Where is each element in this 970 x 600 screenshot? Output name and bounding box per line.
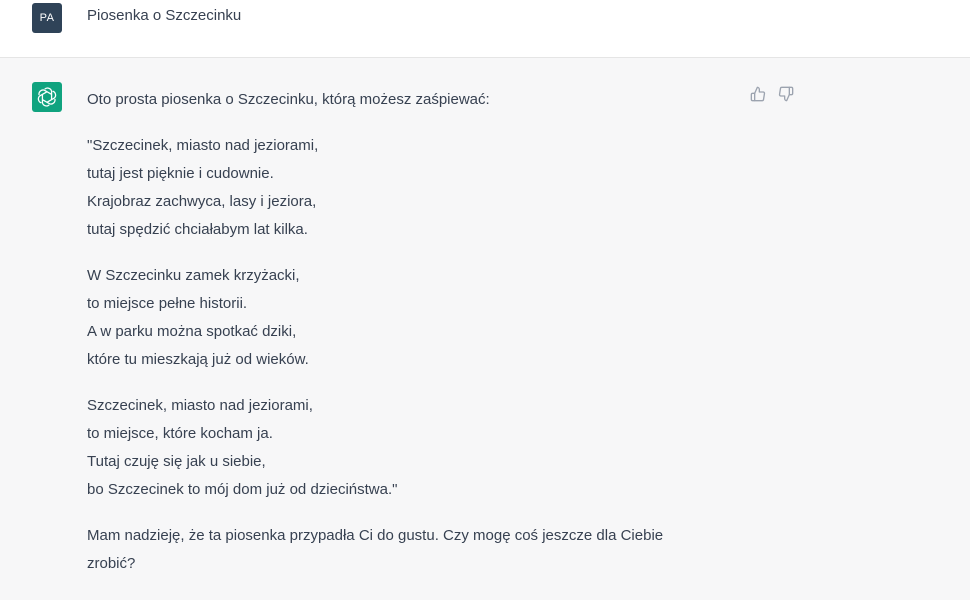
song-line: "Szczecinek, miasto nad jeziorami, xyxy=(87,137,319,154)
song-stanza-2: W Szczecinku zamek krzyżacki, to miejsce… xyxy=(87,262,707,374)
song-line: bo Szczecinek to mój dom już od dziecińs… xyxy=(87,481,398,498)
song-line: Szczecinek, miasto nad jeziorami, xyxy=(87,397,313,414)
song-line: W Szczecinku zamek krzyżacki, xyxy=(87,267,300,284)
thumbs-down-button[interactable] xyxy=(778,86,794,102)
song-line: Tutaj czuję się jak u siebie, xyxy=(87,453,266,470)
user-message-row: PA Piosenka o Szczecinku xyxy=(0,0,970,58)
song-line: które tu mieszkają już od wieków. xyxy=(87,351,309,368)
song-line: to miejsce pełne historii. xyxy=(87,295,248,312)
user-message-text: Piosenka o Szczecinku xyxy=(87,7,242,24)
song-stanza-1: "Szczecinek, miasto nad jeziorami, tutaj… xyxy=(87,132,707,244)
song-line: Krajobraz zachwyca, lasy i jeziora, xyxy=(87,193,317,210)
thumbs-up-button[interactable] xyxy=(750,86,766,102)
feedback-buttons xyxy=(750,86,794,102)
assistant-avatar xyxy=(32,82,62,112)
openai-logo-icon xyxy=(37,87,57,107)
song-line: A w parku można spotkać dziki, xyxy=(87,323,297,340)
thumbs-up-icon xyxy=(750,86,766,102)
song-line: tutaj jest pięknie i cudownie. xyxy=(87,165,274,182)
song-line: tutaj spędzić chciałabym lat kilka. xyxy=(87,221,308,238)
assistant-message-row: Oto prosta piosenka o Szczecinku, którą … xyxy=(0,58,970,600)
assistant-closing: Mam nadzieję, że ta piosenka przypadła C… xyxy=(87,527,664,572)
thumbs-down-icon xyxy=(778,86,794,102)
song-line: to miejsce, które kocham ja. xyxy=(87,425,273,442)
song-stanza-3: Szczecinek, miasto nad jeziorami, to mie… xyxy=(87,392,707,504)
user-avatar: PA xyxy=(32,3,62,33)
assistant-message-content: Oto prosta piosenka o Szczecinku, którą … xyxy=(87,86,707,596)
assistant-intro: Oto prosta piosenka o Szczecinku, którą … xyxy=(87,91,490,108)
